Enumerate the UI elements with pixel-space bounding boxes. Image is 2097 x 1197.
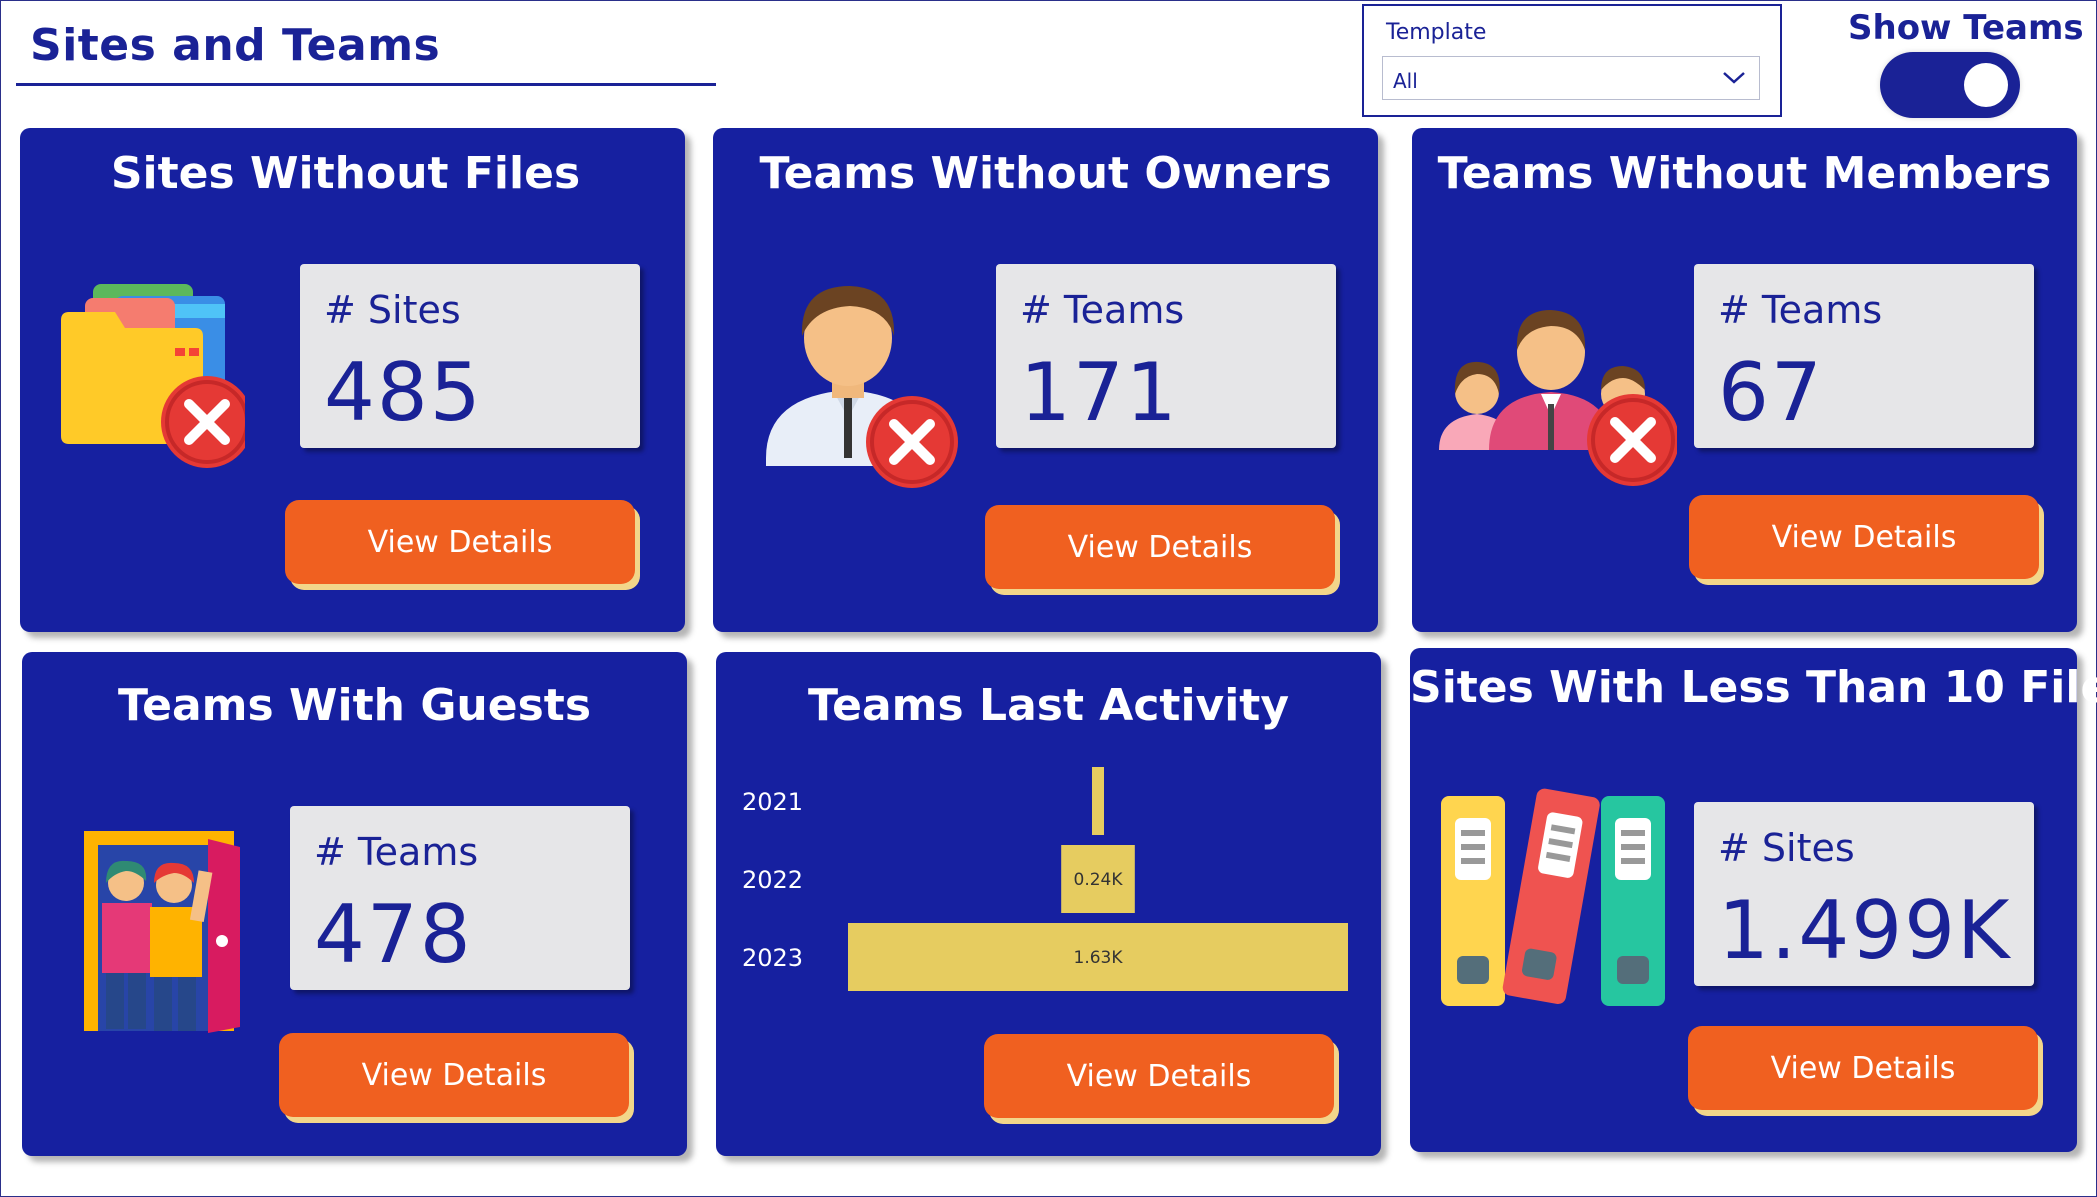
kpi-value: 485 [324, 346, 483, 439]
title-underline [16, 83, 716, 86]
kpi-value: 478 [314, 888, 473, 981]
kpi-value: 67 [1718, 346, 1824, 439]
card-teams-without-owners: Teams Without Owners # Teams 171 View De… [713, 128, 1378, 632]
kpi-box: # Teams 478 [290, 806, 630, 990]
card-teams-with-guests: Teams With Guests # Teams 478 View Detai… [22, 652, 687, 1156]
folder-error-icon [61, 284, 245, 468]
view-details-button[interactable]: View Details [985, 505, 1335, 589]
kpi-label: # Teams [1718, 288, 1883, 332]
guests-door-icon [84, 831, 240, 1033]
kpi-label: # Teams [1020, 288, 1185, 332]
template-slicer-label: Template [1386, 20, 1487, 45]
card-sites-less-than-10-files: Sites With Less Than 10 Files # Sites 1.… [1410, 648, 2097, 1152]
show-teams-label: Show Teams [1848, 8, 2084, 48]
teams-last-activity-chart: 2021 2022 0.24K 2023 1.63K [742, 767, 1348, 991]
card-title: Sites Without Files [110, 148, 581, 199]
template-dropdown[interactable]: All [1382, 56, 1760, 100]
card-title: Sites With Less Than 10 Files [1410, 662, 2097, 713]
card-title: Teams Without Members [1437, 148, 2052, 199]
template-slicer[interactable]: Template All [1362, 4, 1782, 117]
bar[interactable] [1092, 767, 1104, 835]
view-details-button[interactable]: View Details [1688, 1026, 2038, 1110]
show-teams-toggle[interactable] [1880, 52, 2020, 118]
kpi-box: # Teams 171 [996, 264, 1336, 448]
card-teams-last-activity: Teams Last Activity 2021 2022 0.24K 2023 1.6… [716, 652, 1381, 1156]
y-tick-label: 2023 [742, 944, 803, 972]
page-title: Sites and Teams [30, 20, 441, 71]
kpi-box: # Sites 485 [300, 264, 640, 448]
kpi-value: 1.499K [1718, 884, 2012, 977]
view-details-button[interactable]: View Details [279, 1033, 629, 1117]
template-dropdown-value: All [1393, 69, 1418, 93]
group-error-icon [1439, 310, 1677, 486]
kpi-box: # Sites 1.499K [1694, 802, 2034, 986]
card-title: Teams With Guests [117, 680, 592, 731]
card-sites-without-files: Sites Without Files # Sites 485 View Det… [20, 128, 685, 632]
kpi-label: # Sites [324, 288, 461, 332]
y-tick-label: 2021 [742, 788, 803, 816]
kpi-value: 171 [1020, 346, 1179, 439]
card-teams-without-members: Teams Without Members # Teams 67 View De… [1412, 128, 2077, 632]
card-title: Teams Last Activity [807, 680, 1290, 731]
chevron-down-icon[interactable] [1721, 67, 1747, 87]
y-tick-label: 2022 [742, 866, 803, 894]
kpi-box: # Teams 67 [1694, 264, 2034, 448]
view-details-button[interactable]: View Details [1689, 495, 2039, 579]
data-label: 1.63K [1074, 948, 1124, 968]
view-details-button[interactable]: View Details [285, 500, 635, 584]
kpi-label: # Teams [314, 830, 479, 874]
data-label: 0.24K [1074, 870, 1124, 890]
kpi-label: # Sites [1718, 826, 1855, 870]
person-error-icon [766, 286, 958, 488]
view-details-button[interactable]: View Details [984, 1034, 1334, 1118]
toggle-knob[interactable] [1964, 63, 2008, 107]
binders-icon [1441, 788, 1665, 1006]
card-title: Teams Without Owners [759, 148, 1332, 199]
